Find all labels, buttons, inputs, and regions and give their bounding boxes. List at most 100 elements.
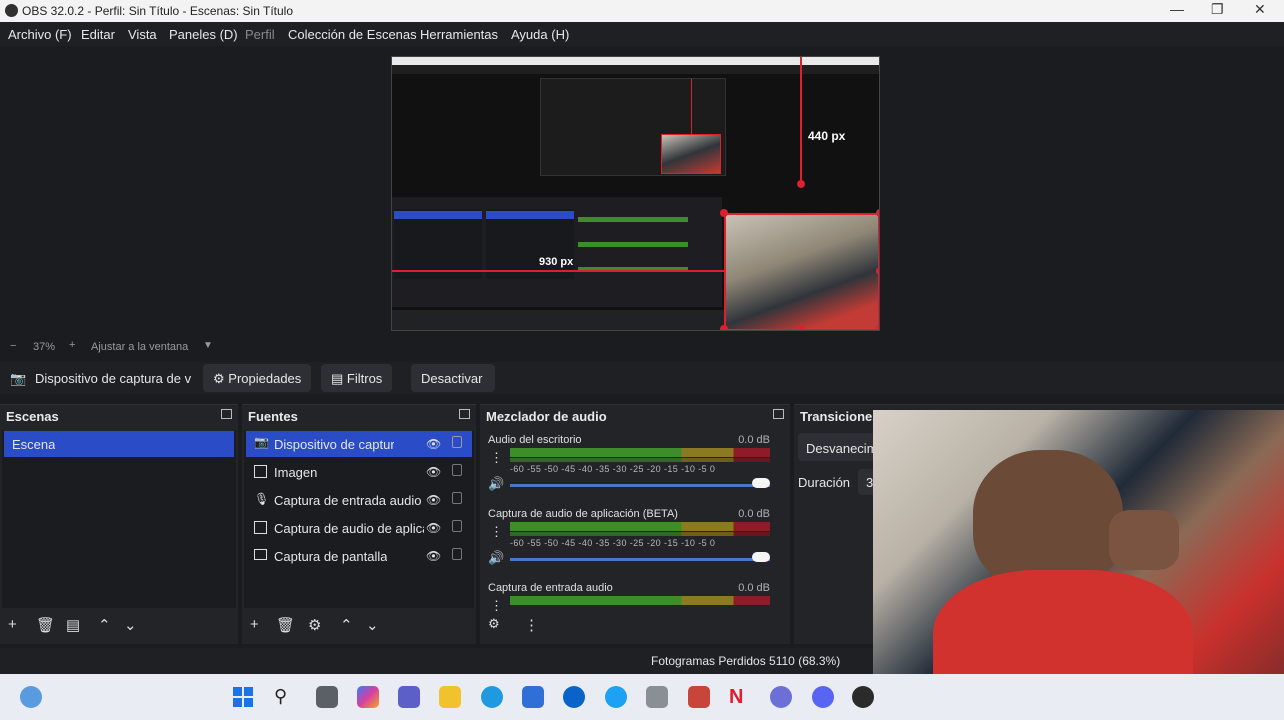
- volume-slider[interactable]: [510, 558, 770, 561]
- trash-icon[interactable]: 🗑: [36, 616, 55, 634]
- filter-icon[interactable]: ▤: [66, 616, 80, 634]
- webcam-source-bounds[interactable]: [724, 213, 879, 330]
- source-item[interactable]: 📷 Dispositivo de captura de v 👁: [246, 431, 472, 457]
- eye-icon[interactable]: 👁: [426, 493, 441, 507]
- menu-archivo[interactable]: Archivo (F): [8, 27, 72, 42]
- mixer-channel: Audio del escritorio 0.0 dB ⋮ -60 -55 -5…: [488, 434, 770, 504]
- lock-icon[interactable]: [452, 492, 462, 504]
- plus-icon[interactable]: +: [8, 616, 17, 633]
- resize-handle-tr[interactable]: [876, 209, 879, 217]
- filter-icon: ▤: [331, 371, 344, 386]
- kebab-menu-icon[interactable]: ⋮: [524, 616, 539, 634]
- kebab-menu-icon[interactable]: ⋮: [490, 524, 503, 540]
- lock-icon[interactable]: [452, 436, 462, 448]
- copilot-icon[interactable]: [357, 686, 379, 708]
- guide-handle[interactable]: [797, 180, 805, 188]
- resize-handle-bl[interactable]: [720, 325, 728, 330]
- windows-start-icon[interactable]: [232, 686, 254, 708]
- mixer-settings-icon[interactable]: ⚙: [488, 616, 500, 632]
- menu-editar[interactable]: Editar: [81, 27, 115, 42]
- netflix-icon[interactable]: N: [729, 686, 751, 708]
- person-head: [973, 450, 1123, 590]
- weather-icon[interactable]: [20, 686, 42, 708]
- speaker-icon[interactable]: 🔊: [488, 550, 504, 566]
- scene-item[interactable]: Escena: [4, 431, 234, 457]
- dock-float-icon[interactable]: [459, 409, 470, 419]
- speaker-icon[interactable]: 🔊: [488, 476, 504, 492]
- gear-icon[interactable]: ⚙: [308, 616, 321, 634]
- filters-button[interactable]: ▤ Filtros: [321, 364, 393, 392]
- discord-icon[interactable]: [770, 686, 792, 708]
- volume-slider[interactable]: [510, 484, 770, 487]
- store-icon[interactable]: [522, 686, 544, 708]
- source-context-bar: 📷 Dispositivo de captura de v ⚙ Propieda…: [0, 362, 1284, 394]
- menu-perfil[interactable]: Perfil: [245, 27, 275, 42]
- guide-line-horizontal: [392, 270, 724, 272]
- volume-slider-handle[interactable]: [752, 552, 770, 562]
- fit-window-button[interactable]: Ajustar a la ventana: [91, 341, 188, 353]
- filters-label: Filtros: [346, 371, 383, 386]
- zoom-out-button[interactable]: −: [10, 340, 16, 352]
- resize-handle-b[interactable]: [797, 325, 805, 330]
- distance-label-horizontal: 930 px: [539, 256, 574, 268]
- close-icon[interactable]: ✕: [1254, 1, 1266, 18]
- source-item-label: Captura de audio de aplica: [274, 521, 424, 536]
- zoom-in-button[interactable]: +: [69, 339, 75, 351]
- volume-meter-peak: [510, 458, 770, 462]
- chevron-down-icon[interactable]: ⌄: [124, 616, 137, 634]
- properties-label: Propiedades: [228, 371, 302, 386]
- search-icon[interactable]: ⚲: [274, 686, 296, 708]
- browser-icon[interactable]: [605, 686, 627, 708]
- hp-icon[interactable]: [563, 686, 585, 708]
- volume-slider-handle[interactable]: [752, 478, 770, 488]
- obs-taskbar-icon[interactable]: [852, 686, 874, 708]
- eye-icon[interactable]: 👁: [426, 521, 441, 535]
- scenes-dock: Escenas Escena + 🗑 ▤ ⌃ ⌄: [0, 404, 238, 644]
- trash-icon[interactable]: 🗑: [276, 616, 295, 634]
- edge-icon[interactable]: [481, 686, 503, 708]
- lock-icon[interactable]: [452, 548, 462, 560]
- menu-coleccion-escenas[interactable]: Colección de Escenas: [288, 27, 417, 42]
- chat-icon[interactable]: [812, 686, 834, 708]
- volume-meter-peak: [510, 532, 770, 536]
- lock-icon[interactable]: [452, 520, 462, 532]
- chevron-up-icon[interactable]: ⌃: [98, 616, 111, 634]
- resize-handle-tl[interactable]: [720, 209, 728, 217]
- obs-logo-icon: [5, 4, 18, 17]
- source-item[interactable]: Captura de pantalla 👁: [246, 543, 472, 569]
- kebab-menu-icon[interactable]: ⋮: [490, 450, 503, 466]
- source-item[interactable]: Captura de audio de aplica 👁: [246, 515, 472, 541]
- dock-float-icon[interactable]: [773, 409, 784, 419]
- file-explorer-icon[interactable]: [439, 686, 461, 708]
- chevron-up-icon[interactable]: ⌃: [340, 616, 353, 634]
- eye-icon[interactable]: 👁: [426, 437, 441, 451]
- mixer-channel: Captura de entrada audio 0.0 dB ⋮: [488, 582, 770, 615]
- teams-icon[interactable]: [398, 686, 420, 708]
- menu-ayuda[interactable]: Ayuda (H): [511, 27, 569, 42]
- lock-icon[interactable]: [452, 464, 462, 476]
- properties-button[interactable]: ⚙ Propiedades: [203, 364, 312, 392]
- menu-paneles[interactable]: Paneles (D): [169, 27, 238, 42]
- task-view-icon[interactable]: [316, 686, 338, 708]
- dock-float-icon[interactable]: [221, 409, 232, 419]
- game-icon[interactable]: [688, 686, 710, 708]
- source-item[interactable]: Imagen 👁: [246, 459, 472, 485]
- mixer-channels: Audio del escritorio 0.0 dB ⋮ -60 -55 -5…: [480, 429, 790, 615]
- program-preview[interactable]: 440 px 930 px: [391, 56, 880, 331]
- chevron-down-icon[interactable]: ⌄: [366, 616, 379, 634]
- source-item[interactable]: 🎙 Captura de entrada audio 👁: [246, 487, 472, 513]
- resize-handle-br[interactable]: [876, 325, 879, 330]
- menu-vista[interactable]: Vista: [128, 27, 157, 42]
- chevron-down-icon[interactable]: ▼: [203, 340, 213, 351]
- audio-mixer-dock: Mezclador de audio Audio del escritorio …: [480, 404, 790, 644]
- app-icon[interactable]: [646, 686, 668, 708]
- menu-herramientas[interactable]: Herramientas: [420, 27, 498, 42]
- restore-icon[interactable]: ❐: [1211, 1, 1224, 18]
- minimize-icon[interactable]: —: [1170, 1, 1184, 17]
- resize-handle-r[interactable]: [876, 267, 879, 275]
- eye-icon[interactable]: 👁: [426, 549, 441, 563]
- kebab-menu-icon[interactable]: ⋮: [490, 598, 503, 614]
- plus-icon[interactable]: +: [250, 616, 259, 633]
- eye-icon[interactable]: 👁: [426, 465, 441, 479]
- deactivate-button[interactable]: Desactivar: [411, 364, 495, 392]
